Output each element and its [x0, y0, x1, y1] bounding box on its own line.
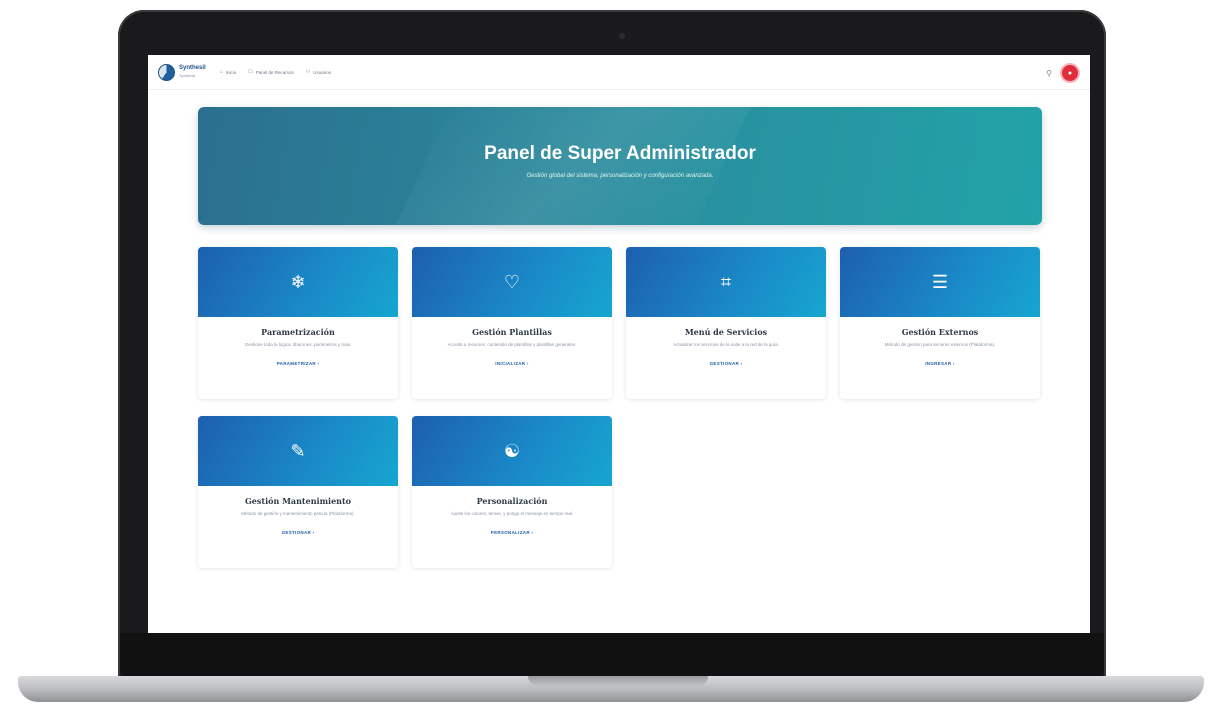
nav-item-label: Usuarios: [313, 69, 331, 75]
card-link[interactable]: PERSONALIZAR ›: [412, 530, 612, 535]
card-link[interactable]: INGRESAR ›: [840, 361, 1040, 366]
card-mantenimiento[interactable]: ✎ Gestión Mantenimiento Método de gestió…: [198, 416, 398, 568]
card-title: Personalización: [476, 496, 548, 506]
ticket-icon: ⌗: [720, 271, 732, 292]
card-description: Gestione toda la lógica, tiburones, pará…: [244, 342, 352, 347]
card-personalizacion[interactable]: ☯ Personalización Ajuste los colores, te…: [412, 416, 612, 568]
card-plantillas[interactable]: ♡ Gestión Plantillas Acceda a recursos, …: [412, 247, 612, 399]
card-link[interactable]: GESTIONAR ›: [626, 361, 826, 366]
user-icon[interactable]: ⚲: [1046, 69, 1052, 78]
logo-icon: [158, 63, 175, 81]
list-icon: ☰: [931, 271, 949, 292]
nav-item-usuarios[interactable]: ⚇ Usuarios: [306, 69, 331, 75]
nav-item-inicio[interactable]: ⌂ Inicio: [220, 69, 237, 75]
card-description: Método de gestión para terceros externos…: [884, 342, 996, 347]
camera-dot: [619, 33, 625, 39]
nav-item-label: Panel de Recursos: [255, 69, 294, 75]
card-description: Actualizar los servicios de la suite a l…: [673, 342, 779, 347]
brand-name: Synthesil: [179, 65, 206, 71]
hero-banner: Panel de Super Administrador Gestión glo…: [198, 107, 1042, 225]
brand-subtitle: Synthesil: [179, 73, 196, 78]
card-header: ☯: [412, 416, 612, 486]
card-link[interactable]: GESTIONAR ›: [198, 530, 398, 535]
card-header: ✎: [198, 416, 398, 486]
card-servicios[interactable]: ⌗ Menú de Servicios Actualizar los servi…: [626, 247, 826, 399]
brand[interactable]: Synthesil Synthesil: [158, 63, 206, 81]
card-header: ⌗: [626, 247, 826, 317]
card-header: ☰: [840, 247, 1040, 317]
card-description: Método de gestión y mantenimiento para l…: [241, 511, 355, 516]
card-externos[interactable]: ☰ Gestión Externos Método de gestión par…: [840, 247, 1040, 399]
nav-item-recursos[interactable]: ☐ Panel de Recursos: [248, 69, 294, 75]
nav-menu: ⌂ Inicio ☐ Panel de Recursos ⚇ Usuarios: [220, 69, 331, 75]
snowflake-icon: ❄: [290, 271, 306, 292]
card-title: Parametrización: [261, 327, 335, 337]
users-icon: ⚇: [305, 69, 311, 75]
laptop-chin: [120, 633, 1104, 676]
card-link[interactable]: INICIALIZAR ›: [412, 361, 612, 366]
page-subtitle: Gestión global del sistema, personalizac…: [526, 173, 714, 179]
laptop-notch: [528, 676, 708, 686]
screen: Synthesil Synthesil ⌂ Inicio ☐ Panel de …: [148, 55, 1090, 633]
card-header: ♡: [412, 247, 612, 317]
avatar[interactable]: ●: [1060, 63, 1080, 83]
card-description: Ajuste los colores, temas, y ponga el me…: [450, 511, 574, 516]
home-icon: ⌂: [219, 69, 223, 75]
top-navigation: Synthesil Synthesil ⌂ Inicio ☐ Panel de …: [148, 55, 1090, 90]
card-description: Acceda a recursos, contenido de plantill…: [447, 342, 577, 347]
folder-icon: ☐: [248, 69, 253, 75]
pen-icon: ✎: [290, 440, 306, 461]
card-title: Gestión Plantillas: [472, 327, 552, 337]
page-title: Panel de Super Administrador: [484, 143, 756, 164]
card-parametrizacion[interactable]: ❄ Parametrización Gestione toda la lógic…: [198, 247, 398, 399]
support-icon: ☯: [503, 440, 521, 461]
card-header: ❄: [198, 247, 398, 317]
card-title: Menú de Servicios: [684, 327, 768, 337]
nav-item-label: Inicio: [225, 69, 237, 75]
card-title: Gestión Externos: [901, 327, 979, 337]
heart-icon: ♡: [503, 271, 521, 292]
card-title: Gestión Mantenimiento: [244, 496, 352, 506]
card-link[interactable]: PARAMETRIZAR ›: [198, 361, 398, 366]
